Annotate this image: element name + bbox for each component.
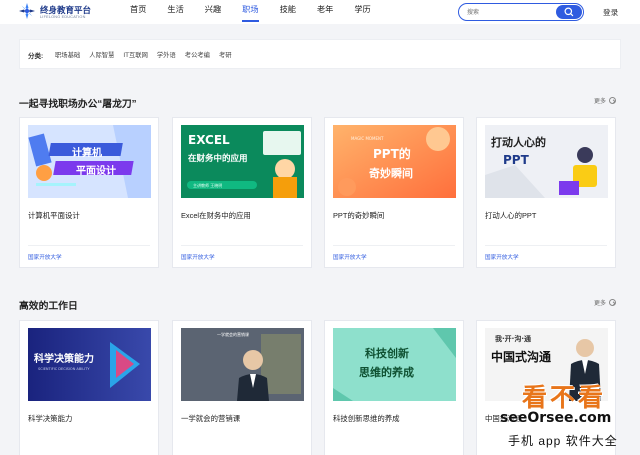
course-thumbnail: 科技创新 思维的养成 [333,328,456,401]
category-filter: 分类: 职场基础 人际智慧 IT互联网 学外语 考公考编 考研 [19,39,621,69]
more-label: 更多 [594,301,607,307]
filter-item-civil-exam[interactable]: 考公考编 [185,50,210,59]
top-header: 终身教育平台 LIFELONG EDUCATION 首页 生活 兴趣 职场 技能… [0,0,640,24]
thumbnail-title: 打动人心的 [491,136,546,149]
course-title: 打动人心的PPT [485,211,537,220]
course-thumbnail: 一学就会的营销课 [181,328,304,401]
course-source[interactable]: 国家开放大学 [181,253,215,261]
thumbnail-title: PPT的 [373,147,411,161]
thumbnail-title: 科技创新 [365,347,409,360]
login-link[interactable]: 登录 [603,7,618,18]
thumbnail-title: 计算机 [72,148,102,159]
course-source[interactable]: 国家开放大学 [485,253,519,261]
filter-item-foreign-language[interactable]: 学外语 [157,50,176,59]
card-divider [485,245,607,246]
course-title: 计算机平面设计 [28,211,80,220]
filter-item-workplace-basics[interactable]: 职场基础 [55,50,80,59]
logo-mark-icon [18,2,36,20]
filter-item-interpersonal[interactable]: 人际智慧 [89,50,114,59]
watermark: 看不看 seeOrsee.com 手机 app 软件大全 [494,378,640,455]
thumbnail-subtitle: 思维的养成 [359,366,414,379]
more-label: 更多 [594,99,607,105]
thumbnail-subtitle: 在财务中的应用 [188,154,248,164]
thumbnail-subtitle: SCIENTIFIC DECISION ABILITY [38,367,90,371]
watermark-tagline: 手机 app 软件大全 [508,434,618,448]
course-card[interactable]: 打动人心的 PPT 打动人心的PPT 国家开放大学 [476,117,616,268]
search-box [458,3,584,21]
search-button[interactable] [556,5,582,19]
card-divider [181,245,303,246]
course-source[interactable]: 国家开放大学 [28,253,62,261]
nav-item-life[interactable]: 生活 [159,0,191,24]
section-title: 一起寻找职场办公“屠龙刀” [19,99,137,110]
card-divider [28,245,150,246]
course-thumbnail: 计算机 平面设计 [28,125,151,198]
thumbnail-subtitle: 奇妙瞬间 [369,167,413,180]
more-link[interactable]: 更多 [594,298,617,307]
course-thumbnail: 科学决策能力 SCIENTIFIC DECISION ABILITY [28,328,151,401]
course-card[interactable]: 科学决策能力 SCIENTIFIC DECISION ABILITY 科学决策能… [19,320,159,455]
card-divider [333,245,455,246]
thumbnail-tag: MAGIC MOMENT [351,136,384,141]
search-input[interactable] [467,7,553,18]
nav-item-workplace[interactable]: 职场 [234,0,266,24]
watermark-url: seeOrsee.com [500,410,612,426]
section-title: 高效的工作日 [19,301,78,312]
course-thumbnail: MAGIC MOMENT PPT的 奇妙瞬间 [333,125,456,198]
course-title: 一学就会的营销课 [181,414,241,423]
thumbnail-title: 中国式沟通 [491,350,552,364]
nav-item-degree[interactable]: 学历 [346,0,378,24]
more-link[interactable]: 更多 [594,96,617,105]
chevron-right-icon [609,299,617,306]
filter-item-it[interactable]: IT互联网 [123,50,148,59]
course-title: PPT的奇妙瞬间 [333,211,385,220]
filter-label: 分类: [28,53,44,60]
thumbnail-subtitle: PPT [503,153,529,167]
course-card[interactable]: EXCEL 在财务中的应用 主讲教师 王晓明 Excel在财务中的应用 国家开放… [172,117,312,268]
nav-item-elderly[interactable]: 老年 [309,0,341,24]
filter-item-postgrad[interactable]: 考研 [219,50,232,59]
course-card[interactable]: 科技创新 思维的养成 科技创新思维的养成 [324,320,464,455]
watermark-logo: 看不看 [522,383,607,412]
thumbnail-title: EXCEL [188,133,230,147]
main-nav: 首页 生活 兴趣 职场 技能 老年 学历 [122,0,384,24]
chevron-right-icon [609,97,617,104]
course-card[interactable]: MAGIC MOMENT PPT的 奇妙瞬间 PPT的奇妙瞬间 国家开放大学 [324,117,464,268]
filter-list: 职场基础 人际智慧 IT互联网 学外语 考公考编 考研 [55,50,241,59]
thumbnail-subtitle: 平面设计 [76,166,116,177]
course-card[interactable]: 一学就会的营销课 一学就会的营销课 [172,320,312,455]
search-icon [564,7,574,17]
thumbnail-title: 科学决策能力 [34,354,94,365]
thumbnail-teacher: 主讲教师 王晓明 [193,183,223,188]
thumbnail-art [181,328,304,401]
logo-subtitle: LIFELONG EDUCATION [40,15,86,19]
thumbnail-tag: 我·开·沟·通 [495,335,531,343]
course-title: 科学决策能力 [28,414,73,423]
thumbnail-caption: 一学就会的营销课 [217,332,249,337]
course-thumbnail: 打动人心的 PPT [485,125,608,198]
nav-item-home[interactable]: 首页 [122,0,154,24]
course-card[interactable]: 计算机 平面设计 计算机平面设计 国家开放大学 [19,117,159,268]
course-source[interactable]: 国家开放大学 [333,253,367,261]
course-thumbnail: EXCEL 在财务中的应用 主讲教师 王晓明 [181,125,304,198]
nav-item-interest[interactable]: 兴趣 [197,0,229,24]
site-logo[interactable]: 终身教育平台 LIFELONG EDUCATION [18,2,91,20]
nav-item-skills[interactable]: 技能 [272,0,304,24]
course-title: 科技创新思维的养成 [333,414,400,423]
course-title: Excel在财务中的应用 [181,211,251,220]
